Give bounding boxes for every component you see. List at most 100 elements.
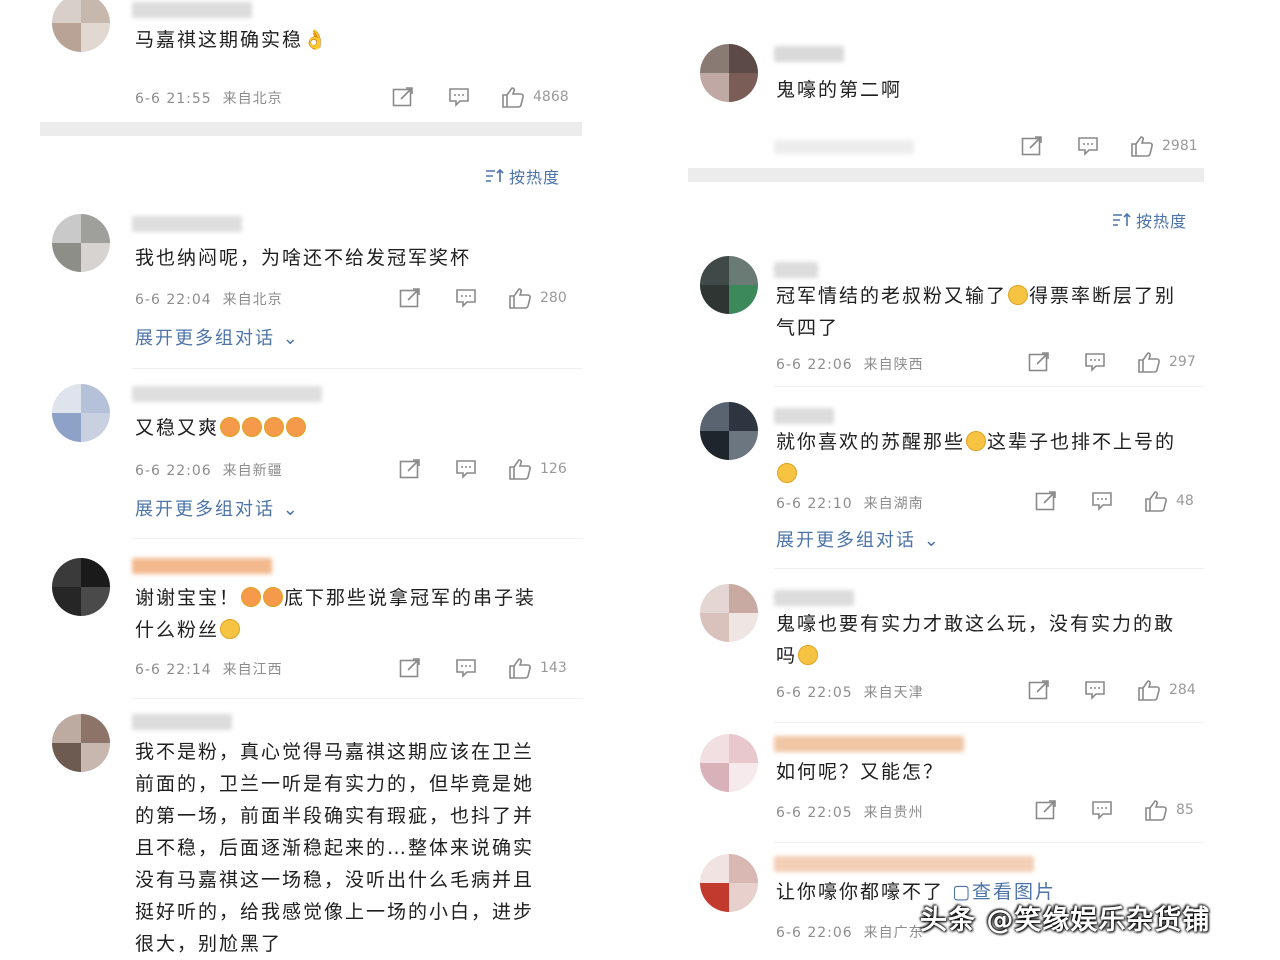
comment-icon[interactable] [438, 655, 494, 681]
like-button[interactable]: 48 [1144, 490, 1194, 512]
comment-meta: 6-6 22:05 来自天津 [776, 685, 924, 701]
comment-text: 鬼嚎的第二啊 [776, 79, 903, 101]
username-blurred[interactable] [132, 714, 232, 730]
sort-by-hot-button[interactable]: 按热度 [485, 164, 560, 188]
thumbs-up-icon [1145, 800, 1167, 821]
emoji-icon [264, 417, 285, 437]
comment-icon[interactable] [438, 285, 494, 311]
expand-conversation-link[interactable]: 展开更多组对话 ⌄ [135, 495, 300, 521]
comment-meta-blurred [774, 140, 914, 154]
avatar[interactable] [52, 558, 110, 616]
comment-actions: 280 [382, 285, 567, 311]
expand-conversation-link[interactable]: 展开更多组对话 ⌄ [135, 324, 300, 350]
comment-item: 马嘉祺这期确实稳👌 6-6 21:55 来自北京 4868 [40, 0, 585, 120]
share-icon[interactable] [382, 456, 438, 482]
comment-meta: 6-6 22:14 来自江西 [135, 662, 283, 678]
like-count: 4868 [533, 89, 569, 105]
thumbs-up-icon [509, 459, 531, 480]
like-button[interactable]: 126 [508, 458, 567, 480]
thumbs-up-icon [1138, 680, 1160, 701]
like-button[interactable]: 143 [508, 657, 567, 679]
username-blurred[interactable] [132, 2, 252, 18]
avatar[interactable] [700, 402, 758, 460]
separator [774, 386, 1204, 387]
comment-icon[interactable] [1074, 488, 1130, 514]
comment-icon[interactable] [438, 456, 494, 482]
avatar[interactable] [700, 256, 758, 314]
comment-actions: 85 [1018, 797, 1194, 823]
share-icon[interactable] [382, 285, 438, 311]
comment-text: 我也纳闷呢，为啥还不给发冠军奖杯 [135, 247, 472, 269]
like-count: 85 [1176, 802, 1194, 818]
expand-conversation-link[interactable]: 展开更多组对话 ⌄ [776, 526, 941, 552]
thumbs-up-icon [1131, 136, 1153, 157]
comment-meta: 6-6 21:55 来自北京 [135, 91, 283, 107]
emoji-icon [242, 417, 263, 437]
like-button[interactable]: 284 [1137, 679, 1196, 701]
comment-actions: 143 [382, 655, 567, 681]
sort-by-hot-button[interactable]: 按热度 [1112, 208, 1187, 232]
username-blurred[interactable] [774, 408, 834, 424]
username-blurred[interactable] [132, 386, 322, 402]
emoji-icon [777, 463, 797, 483]
like-button[interactable]: 4868 [501, 86, 569, 108]
username-blurred[interactable] [132, 216, 242, 232]
username-blurred[interactable] [774, 856, 1034, 872]
section-divider [688, 168, 1204, 182]
avatar[interactable] [700, 584, 758, 642]
username-blurred[interactable] [774, 736, 964, 752]
avatar[interactable] [52, 384, 110, 442]
share-icon[interactable] [375, 84, 431, 110]
like-button[interactable]: 297 [1137, 351, 1196, 373]
share-icon[interactable] [1011, 677, 1067, 703]
comment-meta: 6-6 22:05 来自贵州 [776, 805, 924, 821]
avatar[interactable] [700, 44, 758, 102]
share-icon[interactable] [382, 655, 438, 681]
comment-text: 又稳又爽 [135, 412, 565, 444]
separator [132, 698, 582, 699]
avatar[interactable] [700, 854, 758, 912]
share-icon[interactable] [1004, 133, 1060, 159]
watermark: 头条 @笑缘娱乐杂货铺 [920, 905, 1211, 936]
avatar[interactable] [52, 0, 110, 52]
comment-text: 谢谢宝宝！ 底下那些说拿冠军的串子装 什么粉丝 [135, 587, 537, 641]
avatar[interactable] [52, 714, 110, 772]
thumbs-up-icon [1138, 352, 1160, 373]
username-blurred[interactable] [774, 46, 844, 62]
share-icon[interactable] [1011, 349, 1067, 375]
share-icon[interactable] [1018, 488, 1074, 514]
comment-text: 我不是粉，真心觉得马嘉祺这期应该在卫兰 前面的，卫兰一听是有实力的，但毕竟是她 … [135, 741, 535, 955]
avatar[interactable] [52, 214, 110, 272]
avatar[interactable] [700, 734, 758, 792]
username-blurred[interactable] [774, 590, 854, 606]
comment-actions: 4868 [375, 84, 569, 110]
comment-actions: 126 [382, 456, 567, 482]
comment-meta: 6-6 22:10 来自湖南 [776, 496, 924, 512]
comment-meta: 6-6 22:04 来自北京 [135, 292, 283, 308]
comment-item: 我不是粉，真心觉得马嘉祺这期应该在卫兰 前面的，卫兰一听是有实力的，但毕竟是她 … [40, 708, 585, 960]
like-button[interactable]: 2981 [1130, 135, 1198, 157]
like-button[interactable]: 85 [1144, 799, 1194, 821]
comment-item: 谢谢宝宝！ 底下那些说拿冠军的串子装 什么粉丝 6-6 22:14 来自江西 143 [40, 552, 585, 702]
comment-icon[interactable] [1067, 677, 1123, 703]
thumbs-up-icon [509, 288, 531, 309]
comment-item: 如何呢？又能怎？ 6-6 22:05 来自贵州 85 [688, 730, 1208, 840]
like-button[interactable]: 280 [508, 287, 567, 309]
like-count: 297 [1169, 354, 1196, 370]
thumbs-up-icon [1145, 491, 1167, 512]
comment-icon[interactable] [1074, 797, 1130, 823]
username-blurred[interactable] [774, 262, 818, 278]
share-icon[interactable] [1018, 797, 1074, 823]
sort-icon [486, 168, 504, 182]
comment-icon[interactable] [1067, 349, 1123, 375]
emoji-icon [798, 645, 819, 665]
emoji-icon [286, 417, 307, 437]
comment-item: 我也纳闷呢，为啥还不给发冠军奖杯 6-6 22:04 来自北京 280 展开更多… [40, 210, 585, 360]
thumbs-up-icon [502, 87, 524, 108]
separator [132, 368, 582, 369]
thumbs-up-icon [509, 658, 531, 679]
username-blurred[interactable] [132, 558, 272, 574]
like-count: 48 [1176, 493, 1194, 509]
comment-icon[interactable] [1060, 133, 1116, 159]
comment-icon[interactable] [431, 84, 487, 110]
